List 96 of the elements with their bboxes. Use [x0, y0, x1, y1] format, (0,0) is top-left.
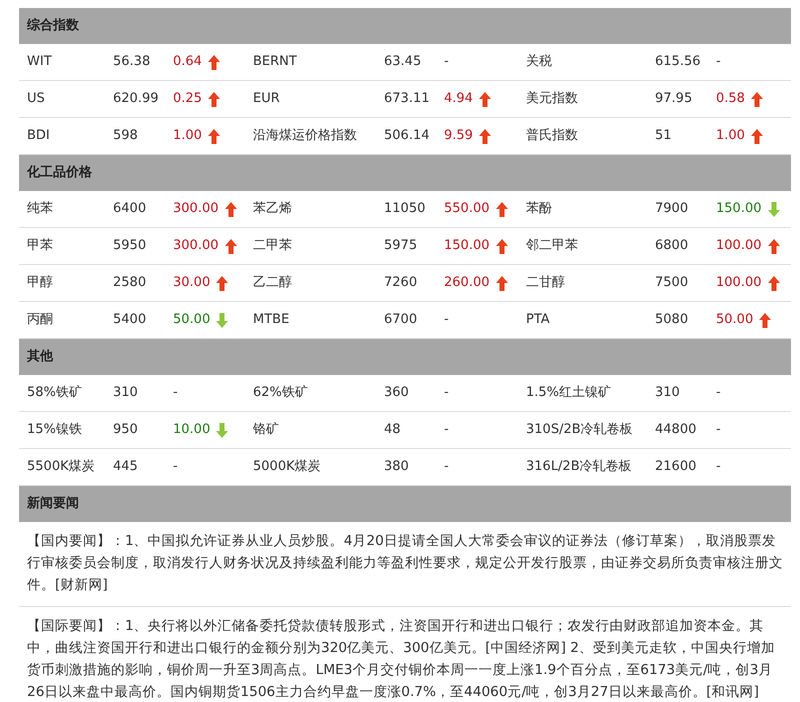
price-value: 56.38	[113, 53, 152, 72]
price-value: 5975	[384, 237, 418, 256]
change-value: -	[444, 53, 449, 72]
change-value: 100.00	[716, 274, 762, 292]
price-value: 63.45	[384, 53, 422, 72]
change-value: 1.00	[173, 127, 202, 146]
item-name: 苯乙烯	[253, 200, 293, 218]
change-value: 300.00	[173, 200, 218, 218]
change-value: 150.00	[716, 200, 762, 218]
price-value: 360	[384, 384, 410, 402]
item-name: 沿海煤运价格指数	[253, 127, 358, 146]
item-name: 316L/2B冷轧卷板	[526, 458, 633, 476]
item-name: 1.5%红土镍矿	[526, 384, 612, 402]
price-value: 21600	[655, 458, 698, 476]
item-name: 丙酮	[26, 311, 54, 330]
price-value: 6400	[113, 200, 148, 218]
item-name: 铬矿	[253, 421, 280, 440]
price-value: 615.56	[655, 53, 702, 72]
item-name: 58%铁矿	[26, 384, 83, 402]
price-value: 7900	[655, 200, 690, 218]
item-name: WIT	[26, 53, 53, 72]
price-value: 2580	[113, 274, 148, 292]
section-header: 化工品价格	[19, 155, 791, 191]
item-name: MTBE	[253, 311, 290, 330]
price-value: 11050	[384, 200, 426, 218]
change-value: -	[716, 458, 721, 476]
item-name: BERNT	[253, 53, 298, 72]
item-name: 乙二醇	[253, 274, 293, 292]
price-value: 445	[113, 458, 139, 476]
item-name: 15%镍铁	[26, 421, 83, 440]
item-name: 二甲苯	[253, 237, 293, 256]
price-value: 48	[384, 421, 402, 440]
price-value: 5080	[655, 311, 690, 330]
price-value: 506.14	[384, 127, 430, 146]
item-name: PTA	[526, 311, 551, 330]
item-name: 甲苯	[26, 237, 54, 256]
price-value: 310	[655, 384, 681, 402]
change-value: 550.00	[444, 200, 490, 218]
price-value: 5400	[113, 311, 148, 330]
change-value: -	[444, 458, 449, 476]
section-header: 新闻要闻	[19, 486, 791, 522]
item-name: 美元指数	[526, 90, 579, 108]
change-value: 30.00	[173, 274, 210, 292]
change-value: 9.59	[444, 127, 473, 146]
price-value: 97.95	[655, 90, 694, 108]
change-value: 260.00	[444, 274, 490, 292]
change-value: 100.00	[716, 237, 762, 256]
item-name: 纯苯	[26, 200, 54, 218]
item-name: 310S/2B冷轧卷板	[526, 421, 634, 440]
price-value: 6800	[655, 237, 690, 256]
section-header: 其他	[19, 339, 791, 375]
change-value: -	[716, 53, 721, 72]
item-name: 二甘醇	[526, 274, 566, 292]
item-name: 5000K煤炭	[253, 458, 322, 476]
price-value: 51	[655, 127, 673, 146]
change-value: 50.00	[716, 311, 754, 330]
change-value: 150.00	[444, 237, 490, 256]
price-value: 950	[113, 421, 139, 440]
price-value: 5950	[113, 237, 148, 256]
price-value: 7260	[384, 274, 418, 292]
item-name: 关税	[526, 53, 553, 72]
price-value: 380	[384, 458, 410, 476]
price-value: 6700	[384, 311, 418, 330]
change-value: 4.94	[444, 90, 473, 108]
item-name: EUR	[253, 90, 281, 108]
change-value: 0.25	[173, 90, 202, 108]
item-name: 苯酚	[526, 200, 553, 218]
change-value: -	[444, 311, 449, 330]
price-value: 44800	[655, 421, 698, 440]
change-value: -	[173, 458, 178, 476]
section-header: 综合指数	[19, 8, 791, 44]
item-name: 甲醇	[26, 274, 54, 292]
price-value: 598	[113, 127, 139, 146]
item-name: 邻二甲苯	[526, 237, 579, 256]
item-name: 普氏指数	[526, 126, 579, 146]
change-value: 10.00	[173, 421, 210, 440]
news-paragraph: 【国内要闻】：1、中国拟允许证券从业人员炒股。4月20日提请全国人大常委会审议的证券法（修订草案），取消股票发行审核委员会制度，取消发行人财务状况及持续盈利能力等盈利性要求，规定公开发行股票，由证券交易所负责审核注册文件。[财新网]	[19, 522, 791, 607]
change-value: 1.00	[716, 127, 745, 146]
item-name: US	[26, 90, 46, 108]
price-value: 310	[113, 384, 139, 402]
item-name: 62%铁矿	[253, 384, 309, 402]
item-name: 5500K煤炭	[26, 458, 96, 476]
news-paragraph: 【国际要闻】：1、央行将以外汇储备委托贷款债转股形式，注资国开行和进出口银行；农发行由财政部追加资本金。其中，曲线注资国开行和进出口银行的金额分别为320亿美元、300亿美元。[中国经济网] 2、受到美元走软，中国央行增加货币刺激措施的影响，铜价周一升至3周高点。LME3个月交付铜价本周一一度上涨1.9个百分点，至6173美元/吨，创3月26日以来盘中最高价。国内铜期货1506主力合约早盘一度涨0.7%，至44060元/吨，创3月27日以来最高价。[和讯网]	[26, 617, 776, 702]
change-value: -	[716, 384, 721, 402]
price-value: 673.11	[384, 90, 430, 108]
change-value: 50.00	[173, 311, 210, 330]
change-value: -	[173, 384, 178, 402]
change-value: 0.58	[716, 90, 745, 108]
change-value: 300.00	[173, 237, 218, 256]
change-value: 0.64	[173, 53, 202, 72]
price-value: 620.99	[113, 90, 160, 108]
item-name: BDI	[26, 127, 51, 146]
change-value: -	[444, 421, 449, 440]
price-value: 7500	[655, 274, 690, 292]
change-value: -	[716, 421, 721, 440]
change-value: -	[444, 384, 449, 402]
